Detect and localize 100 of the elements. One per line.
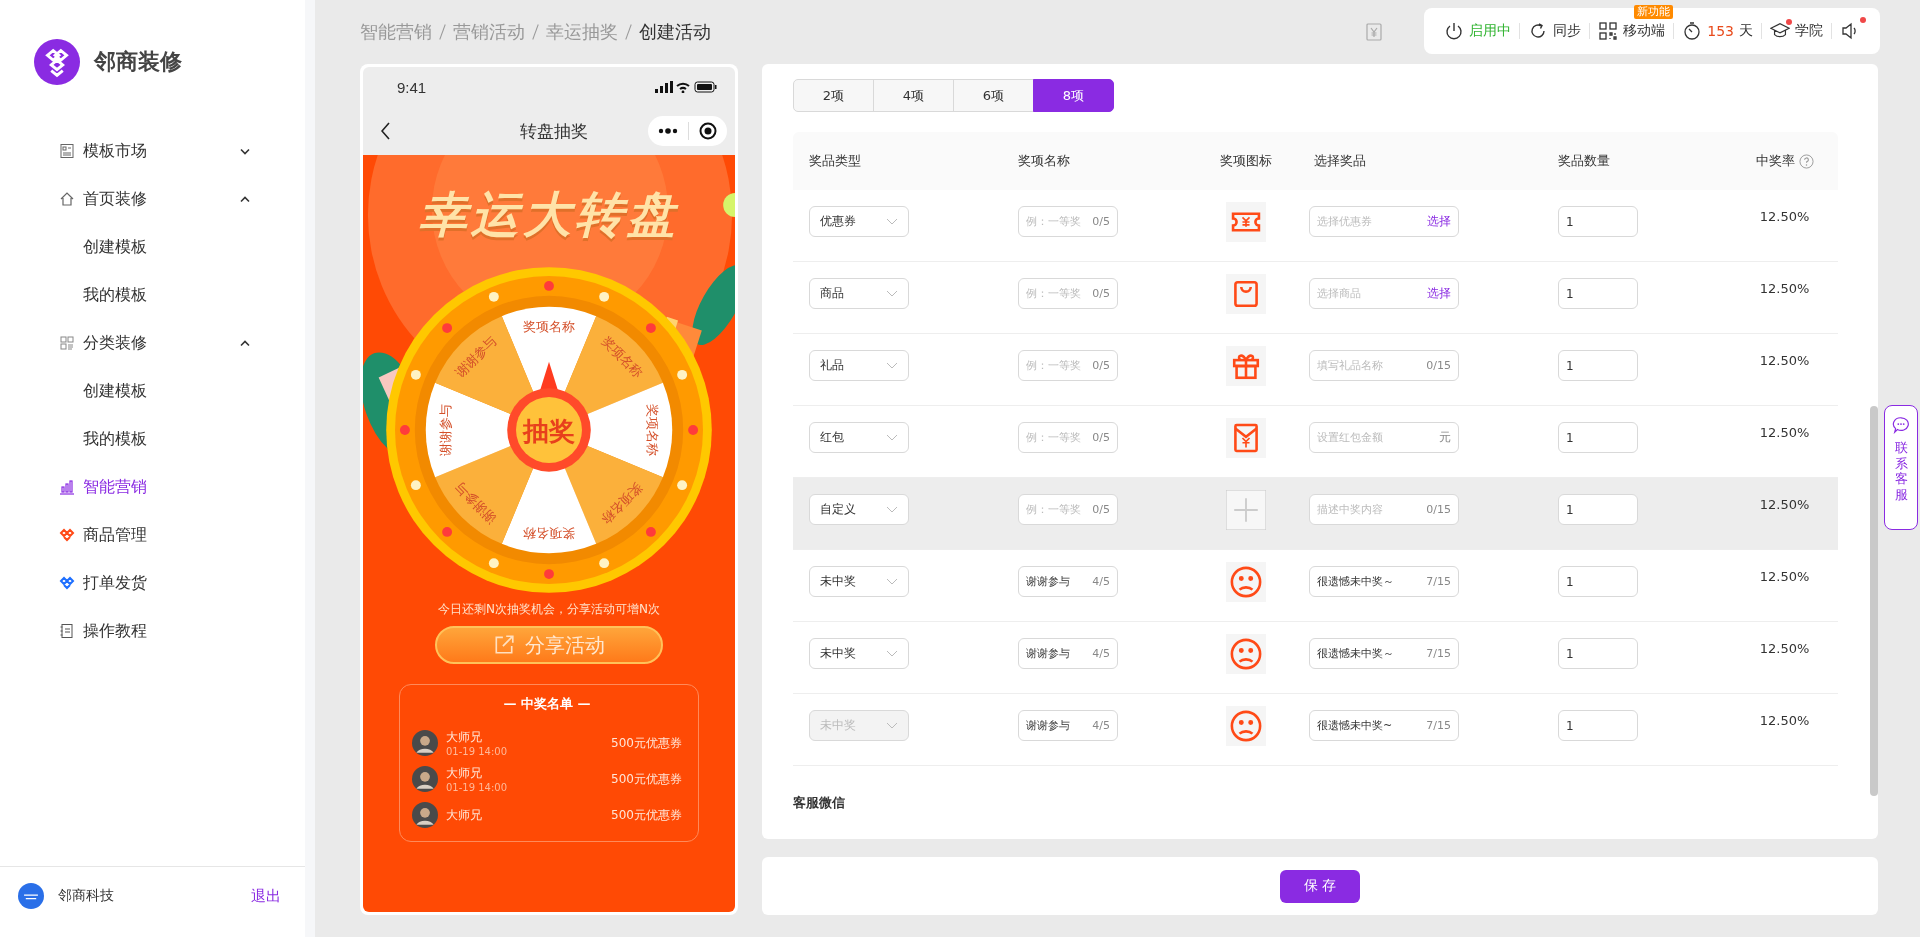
menu-item[interactable]: 分类装修 [0, 319, 305, 367]
text-input[interactable]: 描述中奖内容 [1317, 503, 1427, 516]
prize-type-select[interactable]: 优惠券 [809, 206, 909, 237]
sad-face-icon[interactable] [1225, 706, 1266, 746]
prize-type-select[interactable]: 红包 [809, 422, 909, 453]
mini-program-capsule[interactable] [648, 116, 727, 146]
wheel-label: 奖项名称 [598, 479, 646, 527]
prize-select-field[interactable]: 填写礼品名称 0/15 [1309, 350, 1459, 381]
prize-select-field[interactable]: 选择商品 选择 [1309, 278, 1459, 309]
winner-name: 大师兄 [446, 765, 483, 782]
quantity-field[interactable]: 1 [1558, 494, 1638, 525]
qr-code-icon [1598, 21, 1619, 41]
count-tab[interactable]: 4项 [873, 79, 954, 112]
menu-item[interactable]: 打单发货 [0, 559, 305, 607]
logout-link[interactable]: 退出 [251, 886, 281, 906]
share-icon [493, 634, 515, 656]
prize-name-field[interactable]: 谢谢参与 4/5 [1018, 710, 1118, 741]
winner-prize: 500元优惠券 [611, 770, 682, 788]
banner-title: 幸运大转盘 [419, 185, 679, 244]
new-feature-badge: 新功能 [1634, 5, 1674, 19]
envelope-icon[interactable] [1225, 418, 1266, 458]
text-input[interactable]: 选择优惠券 [1317, 215, 1427, 228]
count-tab[interactable]: 8项 [1033, 79, 1114, 112]
quantity-field[interactable]: 1 [1558, 278, 1638, 309]
document-icon [59, 623, 75, 639]
chain-icon [59, 575, 75, 591]
select-link[interactable]: 选择 [1427, 213, 1451, 230]
submenu-item[interactable]: 创建模板 [0, 367, 305, 415]
char-count: 7/15 [1426, 647, 1451, 660]
chevron-icon [240, 339, 250, 347]
coupon-icon[interactable] [1225, 202, 1266, 242]
text-input[interactable]: 很遗憾未中奖～ [1317, 647, 1427, 660]
column-header: 奖品数量 [1558, 152, 1611, 170]
chat-bubble-icon [1892, 416, 1910, 434]
prize-type-select[interactable]: 商品 [809, 278, 909, 309]
brand-name: 邻商装修 [94, 48, 182, 76]
prize-select-field[interactable]: 很遗憾未中奖～ 7/15 [1309, 638, 1459, 669]
dropdown-icon [886, 434, 898, 441]
text-input[interactable]: 谢谢参与 [1026, 719, 1093, 732]
bag-icon[interactable] [1225, 274, 1266, 314]
text-input[interactable]: 很遗憾未中奖~ [1317, 719, 1427, 732]
gift-icon[interactable] [1225, 346, 1266, 386]
prize-select-field[interactable]: 选择优惠券 选择 [1309, 206, 1459, 237]
contact-service-tab[interactable]: 联系客服 [1884, 405, 1918, 530]
submenu-item[interactable]: 创建模板 [0, 223, 305, 271]
submenu-item[interactable]: 我的模板 [0, 415, 305, 463]
prize-type-select[interactable]: 自定义 [809, 494, 909, 525]
academy-button[interactable]: 学院 [1762, 17, 1831, 45]
menu-item[interactable]: 智能营销 [0, 463, 305, 511]
prize-select-field[interactable]: 描述中奖内容 0/15 [1309, 494, 1459, 525]
help-icon[interactable] [1798, 153, 1814, 169]
text-input[interactable]: 选择商品 [1317, 287, 1427, 300]
quantity-field[interactable]: 1 [1558, 422, 1638, 453]
char-count: 7/15 [1426, 575, 1451, 588]
prize-type-select[interactable]: 未中奖 [809, 638, 909, 669]
back-icon[interactable] [381, 122, 391, 140]
company-name: 邻商科技 [58, 887, 114, 905]
prize-type-select[interactable]: 礼品 [809, 350, 909, 381]
count-tab[interactable]: 6项 [953, 79, 1034, 112]
avatar-icon [412, 802, 438, 828]
sync-button[interactable]: 同步 [1520, 17, 1590, 45]
sad-face-icon[interactable] [1225, 634, 1266, 674]
prize-select-field[interactable]: 很遗憾未中奖~ 7/15 [1309, 710, 1459, 741]
text-input[interactable]: 很遗憾未中奖～ [1317, 575, 1427, 588]
win-rate: 12.50% [1759, 425, 1810, 440]
days-remaining: 153 天 [1674, 17, 1761, 45]
mobile-button[interactable]: 移动端 [1590, 17, 1674, 45]
template-icon [59, 143, 75, 159]
char-count: 7/15 [1426, 719, 1451, 732]
text-input[interactable]: 设置红包金额 [1317, 431, 1439, 444]
quantity-field[interactable]: 1 [1558, 566, 1638, 597]
dropdown-icon [886, 722, 898, 729]
prize-name-field[interactable]: 谢谢参与 4/5 [1018, 566, 1118, 597]
quantity-field[interactable]: 1 [1558, 710, 1638, 741]
quantity-field[interactable]: 1 [1558, 350, 1638, 381]
text-input[interactable]: 填写礼品名称 [1317, 359, 1427, 372]
char-count: 0/5 [1092, 503, 1110, 516]
menu-item[interactable]: 商品管理 [0, 511, 305, 559]
wheel-label: 谢谢参与 [438, 404, 453, 456]
prize-select-field[interactable]: 很遗憾未中奖～ 7/15 [1309, 566, 1459, 597]
scrollbar[interactable] [1870, 406, 1878, 796]
win-rate: 12.50% [1759, 353, 1810, 368]
menu-item[interactable]: 首页装修 [0, 175, 305, 223]
prize-type-select[interactable]: 未中奖 [809, 566, 909, 597]
text-input[interactable]: 谢谢参与 [1026, 647, 1093, 660]
select-link[interactable]: 选择 [1427, 285, 1451, 302]
quantity-field[interactable]: 1 [1558, 638, 1638, 669]
quantity-field[interactable]: 1 [1558, 206, 1638, 237]
dropdown-icon [886, 362, 898, 369]
winner-name: 大师兄 [446, 806, 482, 824]
menu-item[interactable]: 操作教程 [0, 607, 305, 655]
prize-name-field[interactable]: 谢谢参与 4/5 [1018, 638, 1118, 669]
text-input[interactable]: 谢谢参与 [1026, 575, 1093, 588]
sad-face-icon[interactable] [1225, 562, 1266, 602]
save-button[interactable]: 保 存 [1280, 869, 1360, 903]
column-header: 奖项图标 [1218, 152, 1273, 170]
submenu-item[interactable]: 我的模板 [0, 271, 305, 319]
count-tab[interactable]: 2项 [793, 79, 874, 112]
prize-select-field[interactable]: 设置红包金额 元 [1309, 422, 1459, 453]
menu-item[interactable]: 模板市场 [0, 127, 305, 175]
